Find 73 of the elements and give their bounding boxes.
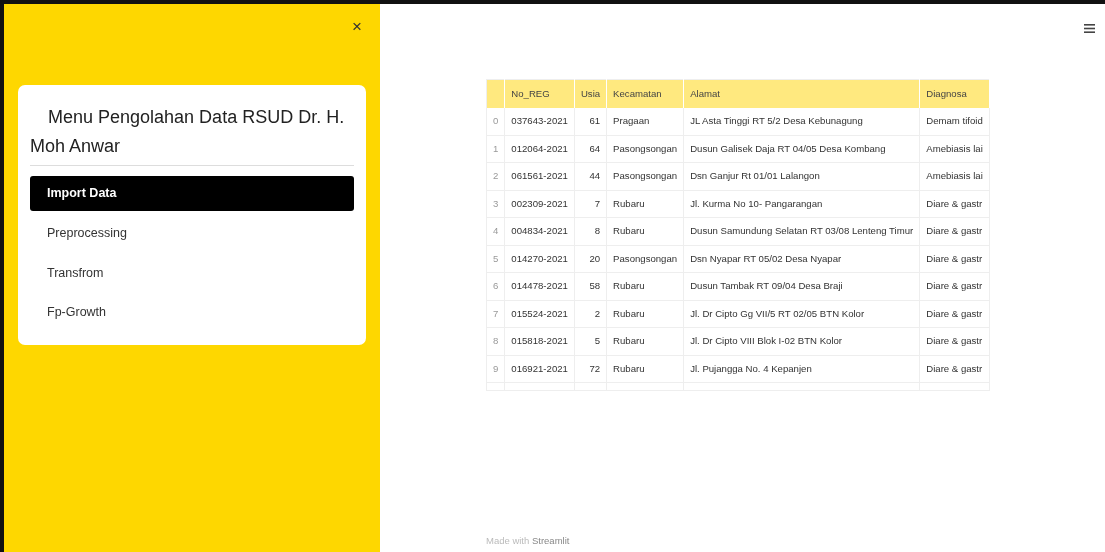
row-index: 3	[486, 190, 505, 218]
table-cell: Dusun Tambak RT 09/04 Desa Braji	[683, 272, 920, 300]
table-cell: JL Asta Tinggi RT 5/2 Desa Kebunagung	[683, 107, 920, 135]
table-cell: Diare & gastr	[919, 327, 990, 355]
table-cell: 5	[574, 327, 607, 355]
menu-item[interactable]: Preprocessing	[30, 215, 354, 251]
table-cell: Jl. Kurma No 10- Pangarangan	[683, 190, 920, 218]
row-index: 4	[486, 217, 505, 245]
column-header: No_REG	[504, 79, 575, 108]
table-cell: Rubaru	[606, 327, 684, 355]
table-cell: 58	[574, 272, 607, 300]
table-cell: 015524-2021	[504, 300, 575, 328]
table-cell: Dsn Nyapar RT 05/02 Desa Nyapar	[683, 245, 920, 273]
table-cell: Dsn Ganjur Rt 01/01 Lalangon	[683, 162, 920, 190]
table-cell: 061561-2021	[504, 162, 575, 190]
table-cell: 7	[574, 190, 607, 218]
row-index: 7	[486, 300, 505, 328]
row-index: 0	[486, 107, 505, 135]
table-cell: 004834-2021	[504, 217, 575, 245]
row-index: 9	[486, 355, 505, 383]
table-cell: Rubaru	[606, 300, 684, 328]
table-cell: Rubaru	[606, 355, 684, 383]
table-cell: 014270-2021	[504, 245, 575, 273]
table-cell: 012064-2021	[504, 135, 575, 163]
table-cell: Amebiasis lai	[919, 135, 990, 163]
column-header: Diagnosa	[919, 79, 990, 108]
column-header: Alamat	[683, 79, 920, 108]
table-cell: Pragaan	[606, 107, 684, 135]
table-cell: 61	[574, 107, 607, 135]
table-cell: Jl. Dr Cipto VIII Blok I-02 BTN Kolor	[683, 327, 920, 355]
table-cell: 8	[574, 217, 607, 245]
table-cell: 037643-2021	[504, 107, 575, 135]
table-cell: Diare & gastr	[919, 245, 990, 273]
table-cell: Amebiasis lai	[919, 162, 990, 190]
menu-title: Menu Pengolahan Data RSUD Dr. H. Moh Anwar	[30, 103, 354, 166]
menu-item[interactable]: Fp-Growth	[30, 295, 354, 330]
table-cell: 016921-2021	[504, 355, 575, 383]
row-index: 1	[486, 135, 505, 163]
table-cell: 002309-2021	[504, 190, 575, 218]
row-index: 6	[486, 272, 505, 300]
table-cell: Jl. Dr Cipto Gg VII/5 RT 02/05 BTN Kolor	[683, 300, 920, 328]
table-cell: Jl. Pujangga No. 4 Kepanjen	[683, 355, 920, 383]
table-cell: Diare & gastr	[919, 217, 990, 245]
close-button[interactable]: ×	[348, 18, 366, 35]
column-header: Kecamatan	[606, 79, 684, 108]
table-cell: 014478-2021	[504, 272, 575, 300]
table-cell: Pasongsongan	[606, 135, 684, 163]
table-cell: 44	[574, 162, 607, 190]
table-cell: 015818-2021	[504, 327, 575, 355]
table-cell: Pasongsongan	[606, 245, 684, 273]
menu-icon[interactable]	[1084, 24, 1095, 33]
row-index: 2	[486, 162, 505, 190]
menu-item[interactable]: Import Data	[30, 176, 354, 211]
column-header: Usia	[574, 79, 607, 108]
table-cell: Diare & gastr	[919, 355, 990, 383]
row-index: 5	[486, 245, 505, 273]
menu-item[interactable]: Transfrom	[30, 255, 354, 291]
table-cell: Diare & gastr	[919, 190, 990, 218]
table-cell: Rubaru	[606, 272, 684, 300]
table-cell: Diare & gastr	[919, 300, 990, 328]
table-cell: Demam tifoid	[919, 107, 990, 135]
footer-text: Made with Streamlit	[486, 533, 570, 548]
table-cell: Diare & gastr	[919, 272, 990, 300]
table-cell: 72	[574, 355, 607, 383]
row-index: 8	[486, 327, 505, 355]
table-cell: Rubaru	[606, 190, 684, 218]
table-cell: Rubaru	[606, 217, 684, 245]
table-cell: 20	[574, 245, 607, 273]
table-cell: Dusun Galisek Daja RT 04/05 Desa Kombang	[683, 135, 920, 163]
table-cell: 64	[574, 135, 607, 163]
table-cell: 2	[574, 300, 607, 328]
table-cell: Dusun Samundung Selatan RT 03/08 Lenteng Timur	[683, 217, 920, 245]
table-cell: Pasongsongan	[606, 162, 684, 190]
